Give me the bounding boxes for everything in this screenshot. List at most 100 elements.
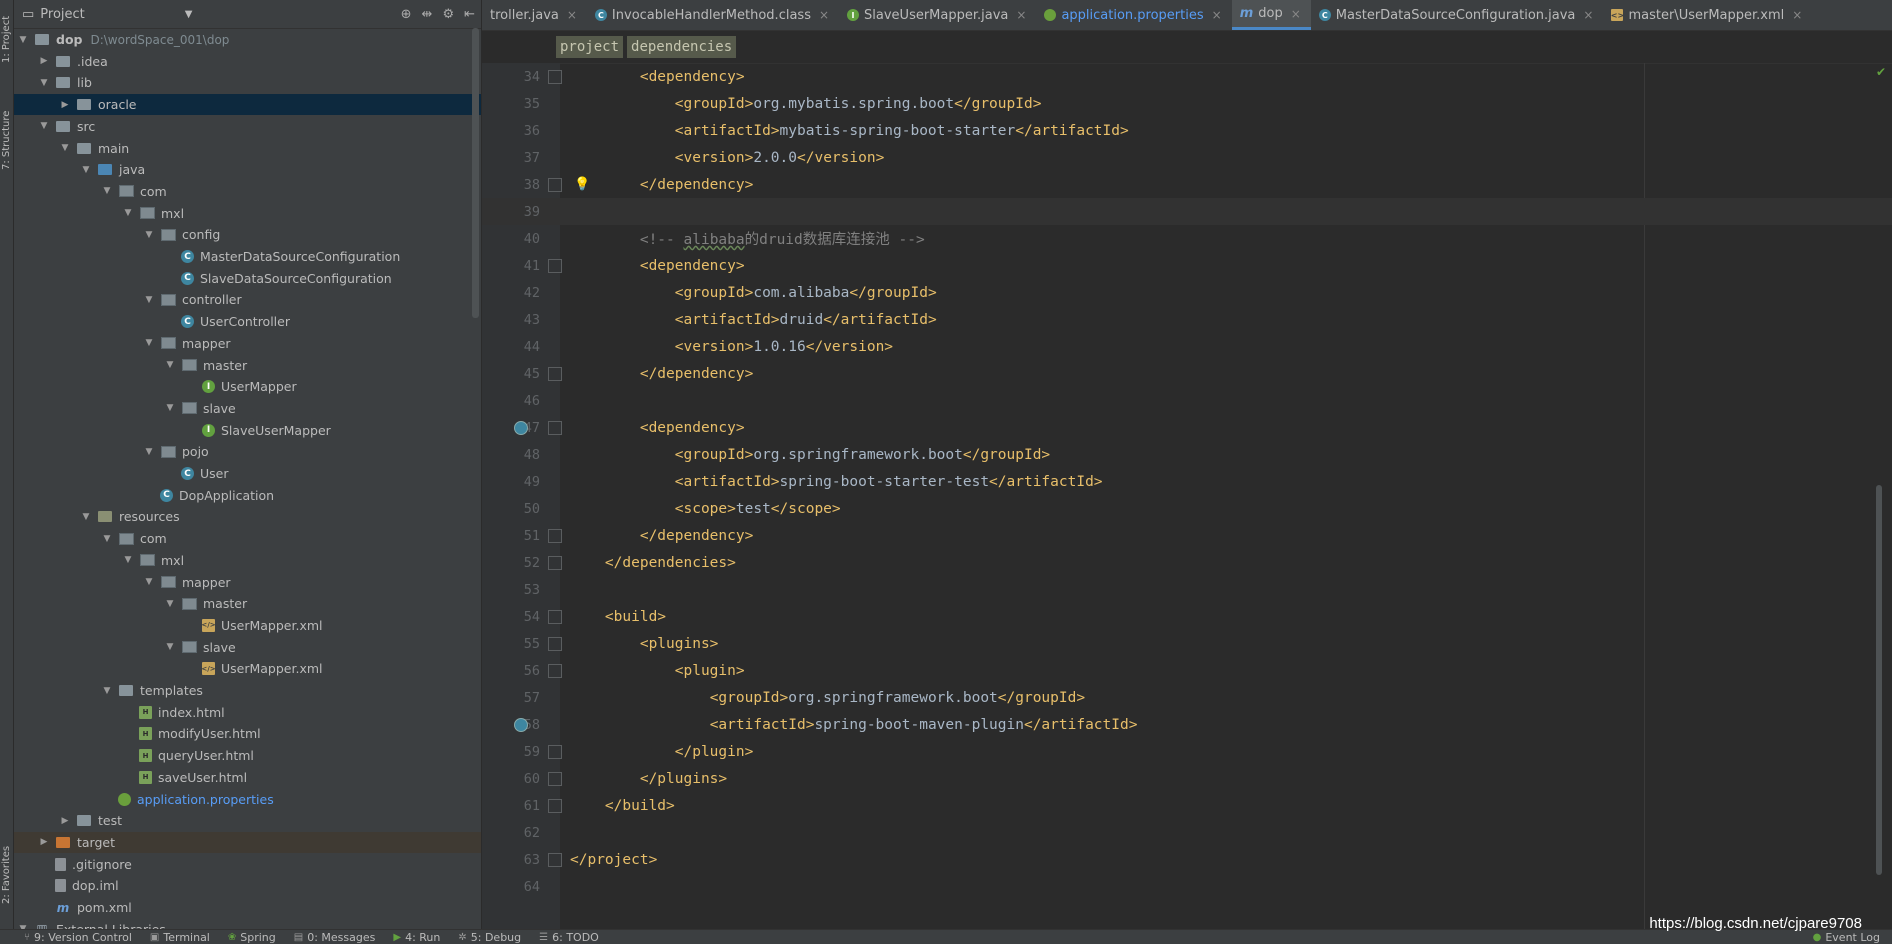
code-line[interactable]: 48 <groupId>org.springframework.boot</gr… bbox=[482, 441, 1892, 468]
code-line[interactable]: 42 <groupId>com.alibaba</groupId> bbox=[482, 279, 1892, 306]
expanded-arrow-icon[interactable]: ▼ bbox=[144, 338, 154, 348]
editor-tab[interactable]: C MasterDataSourceConfiguration.java × bbox=[1311, 0, 1604, 30]
breadcrumb-dependencies[interactable]: dependencies bbox=[627, 36, 737, 58]
tree-node[interactable]: ▼ pojo bbox=[14, 441, 481, 462]
code-line[interactable]: 37 <version>2.0.0</version> bbox=[482, 144, 1892, 171]
favorites-tool-tab[interactable]: 2: Favorites bbox=[0, 830, 13, 920]
code-line[interactable]: 34 <dependency> bbox=[482, 63, 1892, 90]
collapsed-arrow-icon[interactable]: ▶ bbox=[39, 837, 49, 847]
tree-node[interactable]: ▼ config bbox=[14, 224, 481, 245]
tree-node[interactable]: ▼ mapper bbox=[14, 572, 481, 593]
tree-node[interactable]: ▼ main bbox=[14, 138, 481, 159]
expanded-arrow-icon[interactable]: ▼ bbox=[144, 295, 154, 305]
tree-node[interactable]: I SlaveUserMapper bbox=[14, 420, 481, 441]
tree-node[interactable]: C SlaveDataSourceConfiguration bbox=[14, 268, 481, 289]
close-icon[interactable]: × bbox=[567, 8, 577, 22]
status-vcs-button[interactable]: ⑂ 9: Version Control bbox=[24, 931, 132, 944]
code-line[interactable]: 44 <version>1.0.16</version> bbox=[482, 333, 1892, 360]
tree-node[interactable]: ▼ controller bbox=[14, 289, 481, 310]
fold-marker-icon[interactable] bbox=[548, 420, 562, 435]
code-line[interactable]: 35 <groupId>org.mybatis.spring.boot</gro… bbox=[482, 90, 1892, 117]
overrides-icon[interactable] bbox=[514, 717, 528, 732]
editor-tab[interactable]: C InvocableHandlerMethod.class × bbox=[587, 0, 839, 30]
expanded-arrow-icon[interactable]: ▼ bbox=[144, 230, 154, 240]
tree-node[interactable]: ▶ test bbox=[14, 810, 481, 831]
tree-node[interactable]: ▼ slave bbox=[14, 637, 481, 658]
tree-node[interactable]: ▼ src bbox=[14, 116, 481, 137]
code-line[interactable]: 40 <!-- alibaba的druid数据库连接池 --> bbox=[482, 225, 1892, 252]
tree-node[interactable]: ▼ lib bbox=[14, 72, 481, 93]
code-line[interactable]: 61 </build> bbox=[482, 792, 1892, 819]
code-line[interactable]: 62 bbox=[482, 819, 1892, 846]
fold-marker-icon[interactable] bbox=[548, 366, 562, 381]
expanded-arrow-icon[interactable]: ▼ bbox=[60, 143, 70, 153]
code-editor[interactable]: 34 <dependency> 35 <groupId>org.mybatis.s… bbox=[482, 63, 1892, 930]
tree-node[interactable]: </> UserMapper.xml bbox=[14, 658, 481, 679]
close-icon[interactable]: × bbox=[1212, 8, 1222, 22]
code-line[interactable]: 64 bbox=[482, 873, 1892, 900]
collapsed-arrow-icon[interactable]: ▶ bbox=[60, 100, 70, 110]
expanded-arrow-icon[interactable]: ▼ bbox=[165, 642, 175, 652]
tree-node[interactable]: dop.iml bbox=[14, 875, 481, 896]
tree-node[interactable]: ▼ master bbox=[14, 355, 481, 376]
tree-node[interactable]: m pom.xml bbox=[14, 897, 481, 918]
tree-node[interactable]: ▼ com bbox=[14, 181, 481, 202]
chevron-down-icon[interactable]: ▼ bbox=[185, 9, 193, 20]
collapsed-arrow-icon[interactable]: ▶ bbox=[39, 56, 49, 66]
fold-marker-icon[interactable] bbox=[548, 258, 562, 273]
fold-marker-icon[interactable] bbox=[548, 636, 562, 651]
collapsed-arrow-icon[interactable]: ▶ bbox=[60, 816, 70, 826]
tree-node[interactable]: Hindex.html bbox=[14, 702, 481, 723]
expanded-arrow-icon[interactable]: ▼ bbox=[165, 599, 175, 609]
code-line[interactable]: 47 <dependency> bbox=[482, 414, 1892, 441]
status-spring-button[interactable]: ❀ Spring bbox=[228, 931, 276, 944]
editor-tab[interactable]: application.properties × bbox=[1036, 0, 1231, 30]
status-terminal-button[interactable]: ▣ Terminal bbox=[150, 931, 210, 944]
expanded-arrow-icon[interactable]: ▼ bbox=[165, 403, 175, 413]
code-line[interactable]: 51 </dependency> bbox=[482, 522, 1892, 549]
editor-tab[interactable]: <> master\UserMapper.xml × bbox=[1603, 0, 1812, 30]
gear-icon[interactable]: ⚙ bbox=[442, 7, 454, 22]
code-line[interactable]: 45 </dependency> bbox=[482, 360, 1892, 387]
code-line[interactable]: 57 <groupId>org.springframework.boot</gr… bbox=[482, 684, 1892, 711]
tree-node[interactable]: ▼ templates bbox=[14, 680, 481, 701]
code-line[interactable]: 36 <artifactId>mybatis-spring-boot-start… bbox=[482, 117, 1892, 144]
expanded-arrow-icon[interactable]: ▼ bbox=[123, 208, 133, 218]
close-icon[interactable]: × bbox=[1016, 8, 1026, 22]
fold-marker-icon[interactable] bbox=[548, 771, 562, 786]
tree-node[interactable]: HqueryUser.html bbox=[14, 745, 481, 766]
expanded-arrow-icon[interactable]: ▼ bbox=[102, 186, 112, 196]
fold-marker-icon[interactable] bbox=[548, 555, 562, 570]
status-todo-button[interactable]: ☰ 6: TODO bbox=[539, 931, 599, 944]
code-line[interactable]: 63 </project> bbox=[482, 846, 1892, 873]
code-line[interactable]: 39 bbox=[482, 198, 1892, 225]
target-icon[interactable]: ⊕ bbox=[401, 7, 412, 22]
tree-node[interactable]: application.properties bbox=[14, 789, 481, 810]
project-tool-tab[interactable]: 1: Project bbox=[0, 4, 13, 74]
fold-marker-icon[interactable] bbox=[548, 852, 562, 867]
expanded-arrow-icon[interactable]: ▼ bbox=[39, 78, 49, 88]
code-line[interactable]: 55 <plugins> bbox=[482, 630, 1892, 657]
panel-title[interactable]: Project bbox=[40, 7, 84, 22]
tree-node[interactable]: HmodifyUser.html bbox=[14, 723, 481, 744]
close-icon[interactable]: × bbox=[819, 8, 829, 22]
editor-tab[interactable]: troller.java × bbox=[482, 0, 587, 30]
structure-tool-tab[interactable]: 7: Structure bbox=[0, 100, 13, 180]
tree-node[interactable]: I UserMapper bbox=[14, 376, 481, 397]
close-icon[interactable]: × bbox=[1583, 8, 1593, 22]
expanded-arrow-icon[interactable]: ▼ bbox=[18, 35, 28, 45]
code-line[interactable]: 49 <artifactId>spring-boot-starter-test<… bbox=[482, 468, 1892, 495]
tree-node[interactable]: </> UserMapper.xml bbox=[14, 615, 481, 636]
code-line[interactable]: 50 <scope>test</scope> bbox=[482, 495, 1892, 522]
code-line[interactable]: 59 </plugin> bbox=[482, 738, 1892, 765]
status-run-button[interactable]: ▶ 4: Run bbox=[393, 931, 440, 944]
tree-node[interactable]: HsaveUser.html bbox=[14, 767, 481, 788]
inspection-ok-icon[interactable]: ✔ bbox=[1876, 65, 1886, 79]
status-messages-button[interactable]: ▤ 0: Messages bbox=[294, 931, 376, 944]
code-line[interactable]: 60 </plugins> bbox=[482, 765, 1892, 792]
code-line[interactable]: 54 <build> bbox=[482, 603, 1892, 630]
code-line[interactable]: 53 bbox=[482, 576, 1892, 603]
code-line[interactable]: 58 <artifactId>spring-boot-maven-plugin<… bbox=[482, 711, 1892, 738]
fold-marker-icon[interactable] bbox=[548, 609, 562, 624]
code-line[interactable]: 46 bbox=[482, 387, 1892, 414]
